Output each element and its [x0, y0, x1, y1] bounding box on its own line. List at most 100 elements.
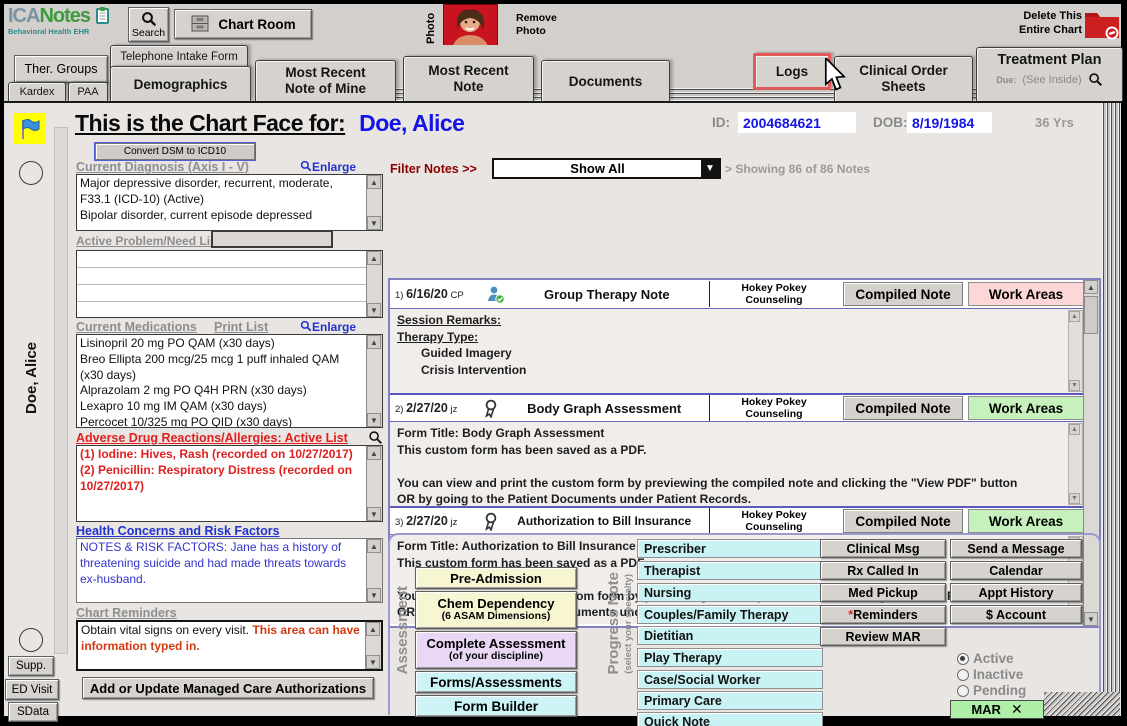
- note-body-scrollbar[interactable]: ▲▼: [1068, 310, 1083, 392]
- tab-logs[interactable]: Logs: [753, 53, 831, 90]
- scroll-down-icon[interactable]: ▼: [367, 588, 381, 602]
- radio-icon[interactable]: [957, 669, 969, 681]
- status-radio-pending[interactable]: Pending: [957, 682, 1026, 700]
- scroll-up-icon[interactable]: ▲: [1069, 311, 1080, 322]
- health-scrollbar[interactable]: ▲▼: [366, 539, 382, 602]
- chem-dependency-button[interactable]: Chem Dependency (6 ASAM Dimensions): [415, 591, 577, 629]
- work-areas-button[interactable]: Work Areas: [968, 509, 1084, 533]
- progress-note-couples-family-button[interactable]: Couples/Family Therapy: [637, 605, 823, 624]
- diagnosis-enlarge-link[interactable]: Enlarge: [300, 160, 356, 174]
- remove-photo-button[interactable]: Remove Photo: [516, 12, 592, 38]
- progress-note-therapist-button[interactable]: Therapist: [637, 561, 823, 580]
- note-row-header[interactable]: 1) 6/16/20 CP Group Therapy Note Hokey P…: [390, 280, 1084, 309]
- scroll-down-icon[interactable]: ▼: [367, 216, 381, 230]
- compiled-note-button[interactable]: Compiled Note: [843, 282, 963, 306]
- ed-visit-button[interactable]: ED Visit: [5, 679, 59, 700]
- note-row-header[interactable]: 3) 2/27/20 jz Authorization to Bill Insu…: [390, 506, 1084, 535]
- tab-demographics[interactable]: Demographics: [110, 66, 251, 101]
- progress-note-primary-care-button[interactable]: Primary Care: [637, 691, 823, 710]
- sdata-button[interactable]: SData: [8, 702, 58, 722]
- ther-groups-button[interactable]: Ther. Groups: [14, 55, 108, 83]
- problem-list-scrollbar[interactable]: ▲▼: [366, 251, 382, 317]
- delete-chart-label[interactable]: Delete This Entire Chart: [1004, 9, 1082, 38]
- scroll-down-icon[interactable]: ▼: [1069, 493, 1080, 504]
- chart-room-button[interactable]: Chart Room: [174, 9, 312, 39]
- scroll-up-icon[interactable]: ▲: [367, 446, 381, 460]
- scroll-up-icon[interactable]: ▲: [367, 335, 381, 349]
- scroll-up-icon[interactable]: ▲: [1069, 424, 1080, 435]
- scrollbar-thumb[interactable]: [1084, 296, 1098, 334]
- sidebar-radio-bottom[interactable]: [19, 628, 43, 652]
- note-body-scrollbar[interactable]: ▲▼: [1068, 423, 1083, 505]
- medications-scrollbar[interactable]: ▲▼: [366, 335, 382, 427]
- diagnosis-field[interactable]: Major depressive disorder, recurrent, mo…: [76, 174, 383, 231]
- adr-field[interactable]: (1) Iodine: Hives, Rash (recorded on 10/…: [76, 445, 383, 522]
- scroll-down-icon[interactable]: ▼: [366, 655, 380, 669]
- pre-admission-button[interactable]: Pre-Admission: [415, 567, 577, 589]
- note-body[interactable]: Form Title: Body Graph Assessment This c…: [390, 422, 1084, 506]
- medications-field[interactable]: Lisinopril 20 mg PO QAM (x30 days) Breo …: [76, 334, 383, 428]
- tab-clinical-order-sheets[interactable]: Clinical Order Sheets: [834, 56, 973, 101]
- tab-most-recent-note-of-mine[interactable]: Most Recent Note of Mine: [255, 60, 396, 101]
- tab-kardex[interactable]: Kardex: [8, 82, 66, 101]
- dropdown-arrow-icon[interactable]: ▼: [701, 160, 719, 177]
- progress-note-case-social-worker-button[interactable]: Case/Social Worker: [637, 670, 823, 689]
- tab-most-recent-note[interactable]: Most Recent Note: [403, 56, 534, 101]
- problem-list-field[interactable]: ▲▼: [76, 250, 383, 318]
- clinical-msg-button[interactable]: Clinical Msg: [820, 539, 946, 558]
- treatment-plan-search-icon[interactable]: [1088, 72, 1103, 87]
- scroll-down-icon[interactable]: ▼: [367, 413, 381, 427]
- note-body[interactable]: Session Remarks: Therapy Type: Guided Im…: [390, 309, 1084, 393]
- reminders-scrollbar[interactable]: ▲▼: [365, 622, 381, 669]
- progress-note-prescriber-button[interactable]: Prescriber: [637, 539, 823, 558]
- scroll-up-icon[interactable]: ▲: [367, 175, 381, 189]
- patient-photo[interactable]: [443, 4, 498, 49]
- medications-enlarge-link[interactable]: Enlarge: [300, 320, 356, 334]
- mar-button[interactable]: MAR ✕: [950, 700, 1044, 719]
- tab-documents[interactable]: Documents: [541, 60, 670, 101]
- adr-scrollbar[interactable]: ▲▼: [366, 446, 382, 521]
- problem-list-input[interactable]: [211, 230, 333, 248]
- tab-telephone-intake-form[interactable]: Telephone Intake Form: [110, 45, 248, 68]
- delete-chart-icon[interactable]: [1083, 6, 1121, 42]
- scroll-down-icon[interactable]: ▼: [367, 303, 381, 317]
- send-a-message-button[interactable]: Send a Message: [950, 539, 1082, 558]
- form-builder-button[interactable]: Form Builder: [415, 695, 577, 717]
- chart-reminders-field[interactable]: Obtain vital signs on every visit. This …: [76, 620, 383, 671]
- filter-dropdown[interactable]: Show All ▼: [492, 158, 721, 179]
- scroll-down-icon[interactable]: ▼: [1069, 380, 1080, 391]
- print-list-link[interactable]: Print List: [214, 320, 268, 334]
- rx-called-in-button[interactable]: Rx Called In: [820, 561, 946, 580]
- scroll-up-icon[interactable]: ▲: [367, 251, 381, 265]
- tab-treatment-plan[interactable]: Treatment Plan Due: (See Inside): [976, 47, 1123, 101]
- appt-history-button[interactable]: Appt History: [950, 583, 1082, 602]
- progress-note-quick-note-button[interactable]: Quick Note: [637, 712, 823, 726]
- dob-value-field[interactable]: 8/19/1984: [907, 112, 992, 133]
- tab-paa[interactable]: PAA: [68, 82, 108, 101]
- note-row-header[interactable]: 2) 2/27/20 jz Body Graph Assessment Hoke…: [390, 393, 1084, 422]
- health-concerns-field[interactable]: NOTES & RISK FACTORS: Jane has a history…: [76, 538, 383, 603]
- work-areas-button[interactable]: Work Areas: [968, 282, 1084, 306]
- med-pickup-button[interactable]: Med Pickup: [820, 583, 946, 602]
- scroll-up-icon[interactable]: ▲: [366, 622, 380, 636]
- review-mar-button[interactable]: Review MAR: [820, 627, 946, 646]
- scroll-up-icon[interactable]: ▲: [1084, 280, 1098, 294]
- calendar-button[interactable]: Calendar: [950, 561, 1082, 580]
- work-areas-button[interactable]: Work Areas: [968, 396, 1084, 420]
- adr-search-icon[interactable]: [368, 430, 383, 445]
- progress-note-play-therapy-button[interactable]: Play Therapy: [637, 648, 823, 667]
- progress-note-dietitian-button[interactable]: Dietitian: [637, 626, 823, 645]
- complete-assessment-button[interactable]: Complete Assessment (of your discipline): [415, 631, 577, 669]
- compiled-note-button[interactable]: Compiled Note: [843, 509, 963, 533]
- scroll-down-icon[interactable]: ▼: [367, 507, 381, 521]
- convert-dsm-button[interactable]: Convert DSM to ICD10: [95, 143, 255, 160]
- radio-icon[interactable]: [957, 685, 969, 697]
- progress-note-nursing-button[interactable]: Nursing: [637, 583, 823, 602]
- account-button[interactable]: $ Account: [950, 605, 1082, 624]
- compiled-note-button[interactable]: Compiled Note: [843, 396, 963, 420]
- forms-assessments-button[interactable]: Forms/Assessments: [415, 671, 577, 693]
- search-button[interactable]: Search: [128, 7, 169, 42]
- reminders-button[interactable]: *Reminders: [820, 605, 946, 624]
- diagnosis-scrollbar[interactable]: ▲▼: [366, 175, 382, 230]
- managed-care-button[interactable]: Add or Update Managed Care Authorization…: [82, 677, 374, 699]
